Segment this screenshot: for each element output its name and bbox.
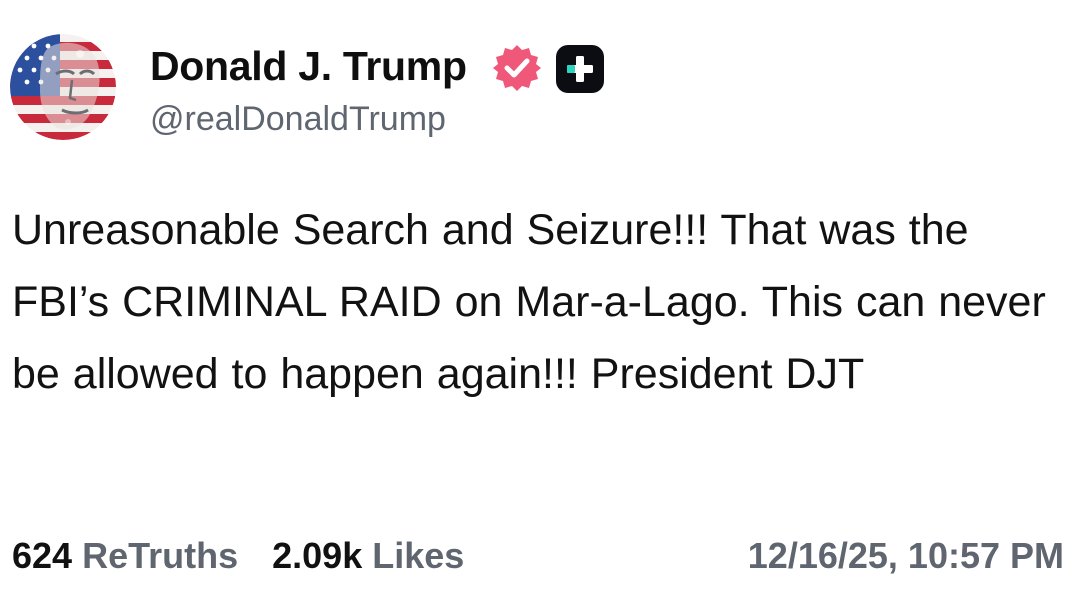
likes-label: Likes <box>372 535 465 576</box>
retruths-stat[interactable]: 624 ReTruths <box>12 535 238 576</box>
author-display-name[interactable]: Donald J. Trump <box>150 43 467 90</box>
profile-photo-image <box>10 34 116 140</box>
verified-badge-icon <box>492 43 542 93</box>
truth-post: Donald J. Trump @realDonaldTrump Unreaso… <box>0 0 1076 604</box>
retruths-label: ReTruths <box>82 535 239 576</box>
post-timestamp[interactable]: 12/16/25, 10:57 PM <box>748 535 1064 577</box>
author-handle[interactable]: @realDonaldTrump <box>150 100 446 139</box>
truth-plus-icon <box>556 45 604 93</box>
likes-stat[interactable]: 2.09k Likes <box>272 535 464 576</box>
post-text: Unreasonable Search and Seizure!!! That … <box>12 206 1046 398</box>
avatar[interactable] <box>10 34 116 140</box>
post-stats: 624 ReTruths 2.09k Likes <box>12 535 464 577</box>
likes-count: 2.09k <box>272 535 363 576</box>
retruths-count: 624 <box>12 535 73 576</box>
